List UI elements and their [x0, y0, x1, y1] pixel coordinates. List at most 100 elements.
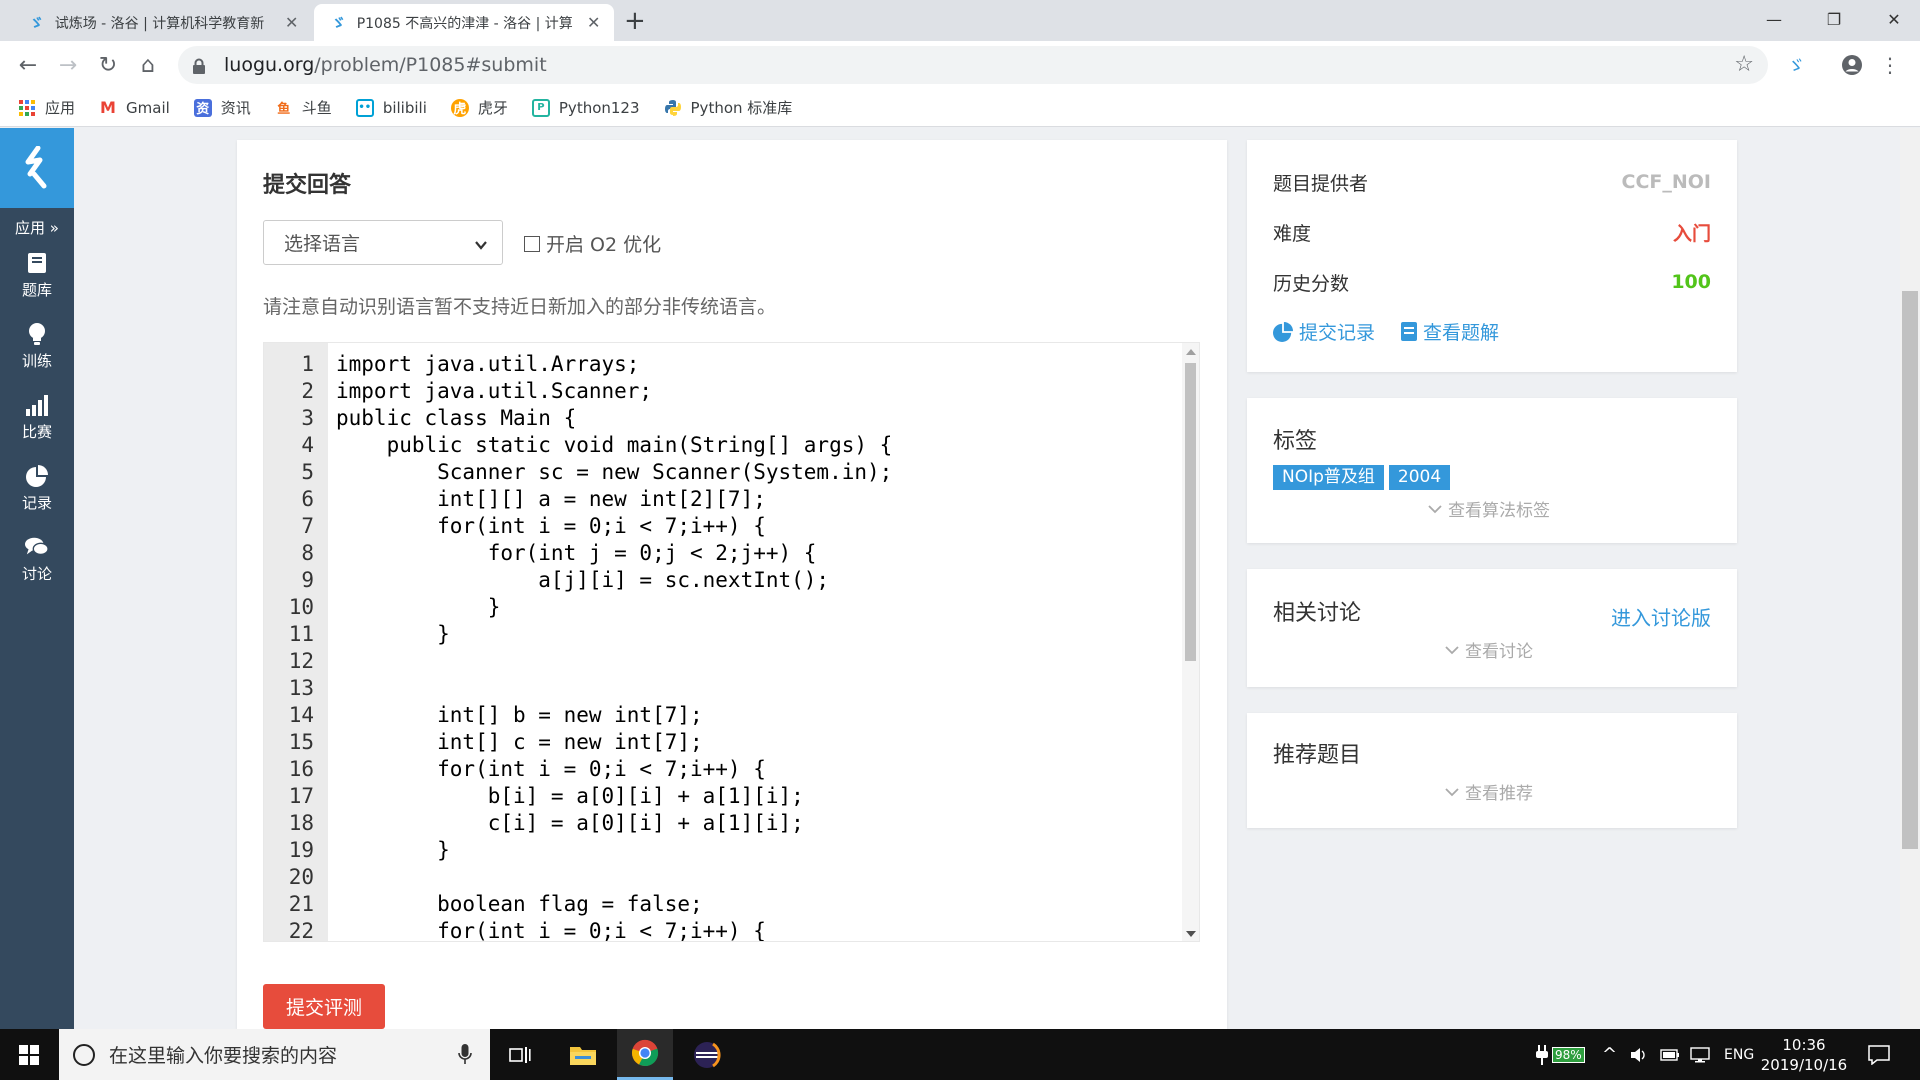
- show-hidden-icons-chevron-icon[interactable]: ^: [1602, 1029, 1617, 1080]
- forward-arrow-icon[interactable]: →: [54, 51, 82, 79]
- code-editor[interactable]: 1 import java.util.Arrays; 2 import java.ut…: [263, 342, 1200, 942]
- page-scrollbar[interactable]: [1900, 128, 1920, 1029]
- bookmark-python123[interactable]: P Python123: [531, 98, 640, 117]
- reload-icon[interactable]: ↻: [94, 51, 122, 79]
- sidebar-item-contests[interactable]: 比赛: [0, 382, 74, 453]
- windows-start-button[interactable]: [0, 1029, 58, 1080]
- bookmark-star-icon[interactable]: ☆: [1734, 52, 1754, 77]
- taskbar-search[interactable]: 在这里输入你要搜索的内容: [59, 1029, 490, 1080]
- eclipse-icon[interactable]: [679, 1029, 735, 1080]
- menu-kebab-icon[interactable]: ⋮: [1876, 51, 1904, 79]
- code-line: 1 import java.util.Arrays;: [264, 351, 892, 378]
- bookmark-apps[interactable]: 应用: [18, 97, 75, 118]
- bookmark-label: 应用: [45, 99, 76, 117]
- code-text: }: [336, 622, 450, 646]
- provider-label: 题目提供者: [1273, 172, 1369, 195]
- volume-icon[interactable]: [1630, 1029, 1648, 1080]
- minimize-button[interactable]: —: [1744, 0, 1804, 38]
- task-view-icon[interactable]: [492, 1029, 548, 1080]
- new-tab-button[interactable]: +: [624, 6, 646, 36]
- sidebar-apps-toggle[interactable]: 应用 »: [0, 208, 74, 240]
- language-select[interactable]: 选择语言: [263, 220, 503, 265]
- bookmark-gmail[interactable]: M Gmail: [99, 98, 170, 117]
- file-explorer-icon[interactable]: [555, 1029, 611, 1080]
- battery-indicator[interactable]: 98%: [1552, 1029, 1585, 1080]
- line-number: 7: [301, 514, 314, 538]
- line-number: 2: [301, 379, 314, 403]
- network-icon[interactable]: [1690, 1029, 1710, 1080]
- view-discussions-toggle[interactable]: 查看讨论: [1445, 637, 1533, 662]
- bilibili-icon: ••: [355, 98, 374, 117]
- microphone-icon[interactable]: [458, 1044, 472, 1071]
- editor-scroll-thumb[interactable]: [1185, 363, 1196, 661]
- douyu-icon: 鱼: [277, 102, 291, 117]
- enter-discussion-board-link[interactable]: 进入讨论版: [1611, 602, 1711, 631]
- browser-tab-lianxi[interactable]: ゞ 试炼场 - 洛谷 | 计算机科学教育新 ✕: [12, 4, 312, 41]
- tags-card: 标签 NOIp普及组 2004 查看算法标签: [1247, 398, 1737, 543]
- editor-scrollbar[interactable]: [1182, 343, 1199, 941]
- bookmark-label: Gmail: [126, 98, 170, 117]
- code-area[interactable]: 1 import java.util.Arrays; 2 import java.ut…: [264, 343, 1184, 941]
- bookmark-python-stdlib[interactable]: Python 标准库: [664, 97, 792, 118]
- power-plug-icon[interactable]: [1536, 1029, 1548, 1080]
- url-path: /problem/P1085#submit: [314, 54, 547, 76]
- news-icon: 资: [193, 98, 212, 117]
- view-recommendations-toggle[interactable]: 查看推荐: [1445, 779, 1533, 804]
- page-scroll-thumb[interactable]: [1902, 291, 1918, 849]
- line-number: 4: [301, 433, 314, 457]
- clock-time: 10:36: [1782, 1036, 1826, 1054]
- tag-2004[interactable]: 2004: [1388, 465, 1451, 490]
- browser-tab-p1085[interactable]: ゞ P1085 不高兴的津津 - 洛谷 | 计算 ✕: [314, 4, 614, 41]
- address-bar[interactable]: luogu.org/problem/P1085#submit ☆: [178, 46, 1768, 84]
- sidebar-item-records[interactable]: 记录: [0, 453, 74, 524]
- luogu-logo[interactable]: [0, 128, 74, 208]
- submission-records-link[interactable]: 提交记录: [1273, 318, 1375, 345]
- home-icon[interactable]: ⌂: [134, 51, 162, 79]
- profile-icon[interactable]: [1838, 51, 1866, 79]
- battery-icon[interactable]: [1660, 1029, 1680, 1080]
- sidebar-item-discuss[interactable]: 讨论: [0, 524, 74, 595]
- chrome-icon[interactable]: [617, 1029, 673, 1080]
- bookmark-douyu[interactable]: 鱼 斗鱼: [275, 97, 332, 118]
- sidebar-item-problems[interactable]: 题库: [0, 240, 74, 311]
- line-number: 21: [288, 892, 314, 916]
- provider-value[interactable]: CCF_NOI: [1622, 171, 1712, 193]
- code-line: 9 a[j][i] = sc.nextInt();: [264, 567, 892, 594]
- bookmark-label: 虎牙: [477, 99, 508, 117]
- action-center-icon[interactable]: [1868, 1029, 1890, 1080]
- scroll-up-icon[interactable]: [1186, 349, 1196, 355]
- o2-checkbox[interactable]: [524, 235, 540, 252]
- code-text: a[j][i] = sc.nextInt();: [336, 568, 830, 592]
- submit-judge-button[interactable]: 提交评测: [263, 984, 385, 1029]
- pie-chart-icon: [25, 464, 49, 488]
- close-tab-icon[interactable]: ✕: [585, 13, 602, 32]
- back-arrow-icon[interactable]: ←: [14, 51, 42, 79]
- language-select-value: 选择语言: [284, 233, 361, 255]
- problem-info-card: 题目提供者 CCF_NOI 难度 入门 历史分数 100 提交记录 查看题解: [1247, 140, 1737, 372]
- input-language-indicator[interactable]: ENG: [1724, 1029, 1754, 1080]
- scroll-down-icon[interactable]: [1186, 931, 1196, 937]
- extension-icon[interactable]: ゞ: [1782, 51, 1810, 79]
- sidebar-item-training[interactable]: 训练: [0, 311, 74, 382]
- bookmark-news[interactable]: 资 资讯: [193, 97, 251, 118]
- line-number: 12: [288, 649, 314, 673]
- taskbar-clock[interactable]: 10:36 2019/10/16: [1752, 1035, 1856, 1075]
- close-tab-icon[interactable]: ✕: [283, 13, 300, 32]
- view-solutions-link[interactable]: 查看题解: [1401, 318, 1499, 345]
- restore-button[interactable]: ❐: [1804, 0, 1864, 38]
- code-line: 3 public class Main {: [264, 405, 892, 432]
- bookmark-bilibili[interactable]: •• bilibili: [355, 98, 427, 117]
- bookmark-huya[interactable]: 虎 虎牙: [450, 97, 508, 118]
- submit-title: 提交回答: [263, 173, 352, 198]
- view-algorithm-tags-toggle[interactable]: 查看算法标签: [1428, 496, 1550, 521]
- luogu-favicon-icon: ゞ: [330, 14, 346, 32]
- o2-option[interactable]: 开启 O2 优化: [524, 230, 661, 257]
- tag-noip-popularization[interactable]: NOIp普及组: [1273, 465, 1384, 490]
- code-line: 16 for(int i = 0;i < 7;i++) {: [264, 756, 892, 783]
- close-window-button[interactable]: ✕: [1864, 0, 1920, 38]
- cortana-circle-icon: [73, 1043, 95, 1066]
- code-text: for(int i = 0;i < 7;i++) {: [336, 514, 766, 538]
- discussion-title: 相关讨论: [1273, 601, 1362, 626]
- code-line: 13: [264, 675, 892, 702]
